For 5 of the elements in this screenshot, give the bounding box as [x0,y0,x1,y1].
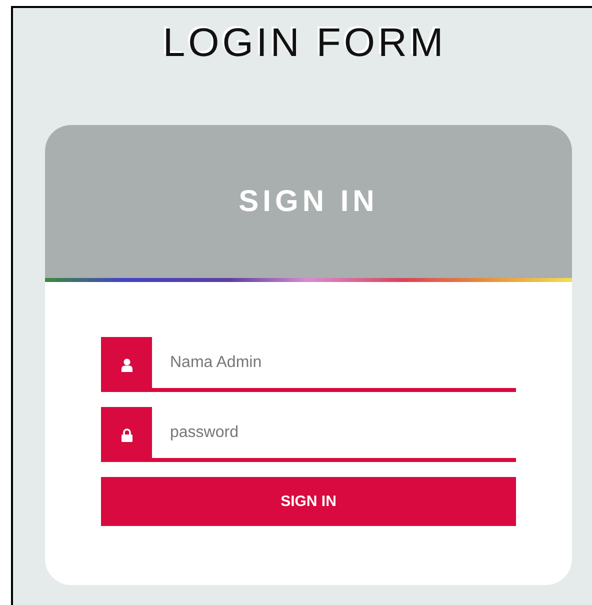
page-title: LOGIN FORM [162,20,448,66]
card-heading: SIGN IN [238,184,378,218]
sign-in-button[interactable]: SIGN IN [101,477,516,526]
user-icon [120,358,132,372]
lock-icon [120,428,132,442]
